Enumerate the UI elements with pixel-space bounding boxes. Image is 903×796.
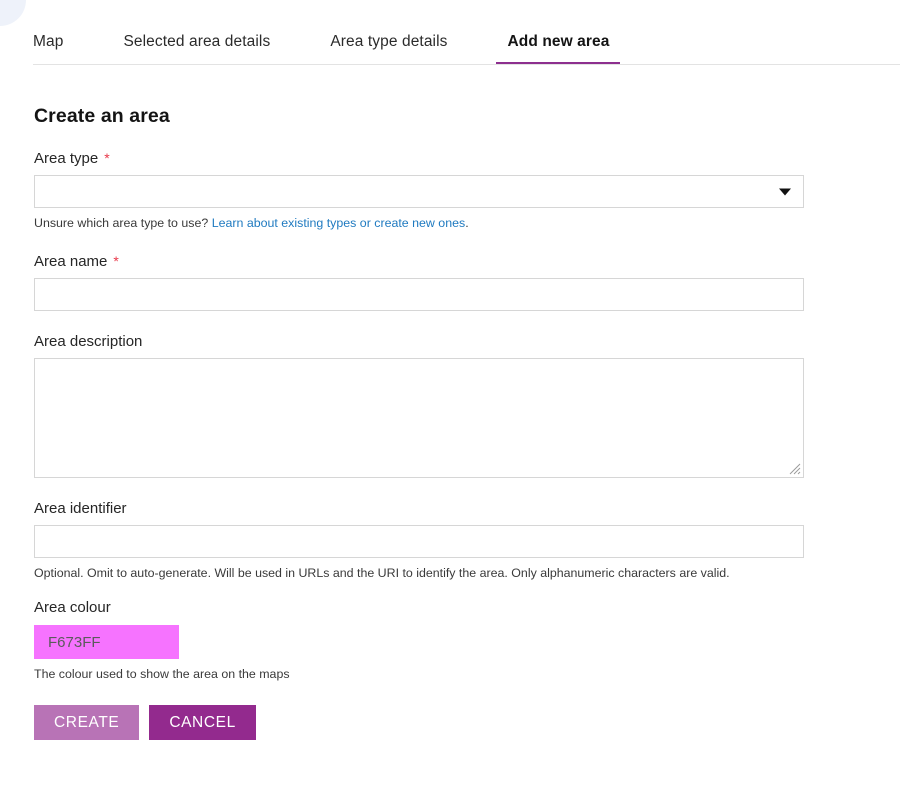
form-actions: CREATE CANCEL [34,705,903,741]
area-name-label: Area name * [34,253,804,270]
area-type-hint: Unsure which area type to use? Learn abo… [34,215,804,231]
area-type-hint-text: Unsure which area type to use? [34,216,212,230]
area-type-label-text: Area type [34,150,99,167]
cancel-button[interactable]: CANCEL [149,705,256,741]
area-colour-hint: The colour used to show the area on the … [34,667,290,682]
area-name-required-star: * [113,253,119,270]
area-type-label: Area type * [34,150,804,167]
area-type-required-star: * [104,150,110,166]
field-area-identifier: Area identifier Optional. Omit to auto-g… [34,500,804,581]
tab-selected-area-details[interactable]: Selected area details [123,33,270,65]
area-name-label-text: Area name [34,253,108,271]
tab-map-label: Map [33,33,64,50]
tab-list: Map Selected area details Area type deta… [33,33,621,65]
tab-map[interactable]: Map [33,33,63,65]
area-colour-label: Area colour [34,599,111,617]
tab-selected-area-details-label: Selected area details [123,33,271,50]
area-identifier-label: Area identifier [34,500,127,518]
tab-area-type-details-label: Area type details [330,33,448,50]
area-type-hint-suffix: . [465,216,469,230]
area-type-select-wrapper [34,175,804,208]
field-area-description: Area description [34,333,804,479]
area-description-wrapper [34,358,804,479]
tab-bar: Map Selected area details Area type deta… [0,0,903,65]
area-identifier-hint: Optional. Omit to auto-generate. Will be… [34,566,730,581]
page-title: Create an area [34,105,170,127]
create-area-form: Create an area Area type * Unsure which a… [0,65,903,741]
area-description-textarea[interactable] [34,358,804,479]
area-description-label: Area description [34,333,143,351]
learn-about-area-types-link[interactable]: Learn about existing types or create new… [212,216,465,230]
area-type-select[interactable] [34,175,804,208]
area-identifier-input[interactable] [34,525,804,559]
create-button[interactable]: CREATE [34,705,140,741]
field-area-name: Area name * [34,253,804,312]
field-area-type: Area type * Unsure which area type to use… [34,150,804,231]
area-name-input[interactable] [34,278,804,312]
tab-add-new-area-label: Add new area [507,33,610,50]
field-area-colour: Area colour F673FF The colour used to sh… [34,599,804,682]
tab-area-type-details[interactable]: Area type details [330,33,447,65]
tab-add-new-area[interactable]: Add new area [496,33,621,65]
area-colour-swatch[interactable]: F673FF [34,625,179,660]
